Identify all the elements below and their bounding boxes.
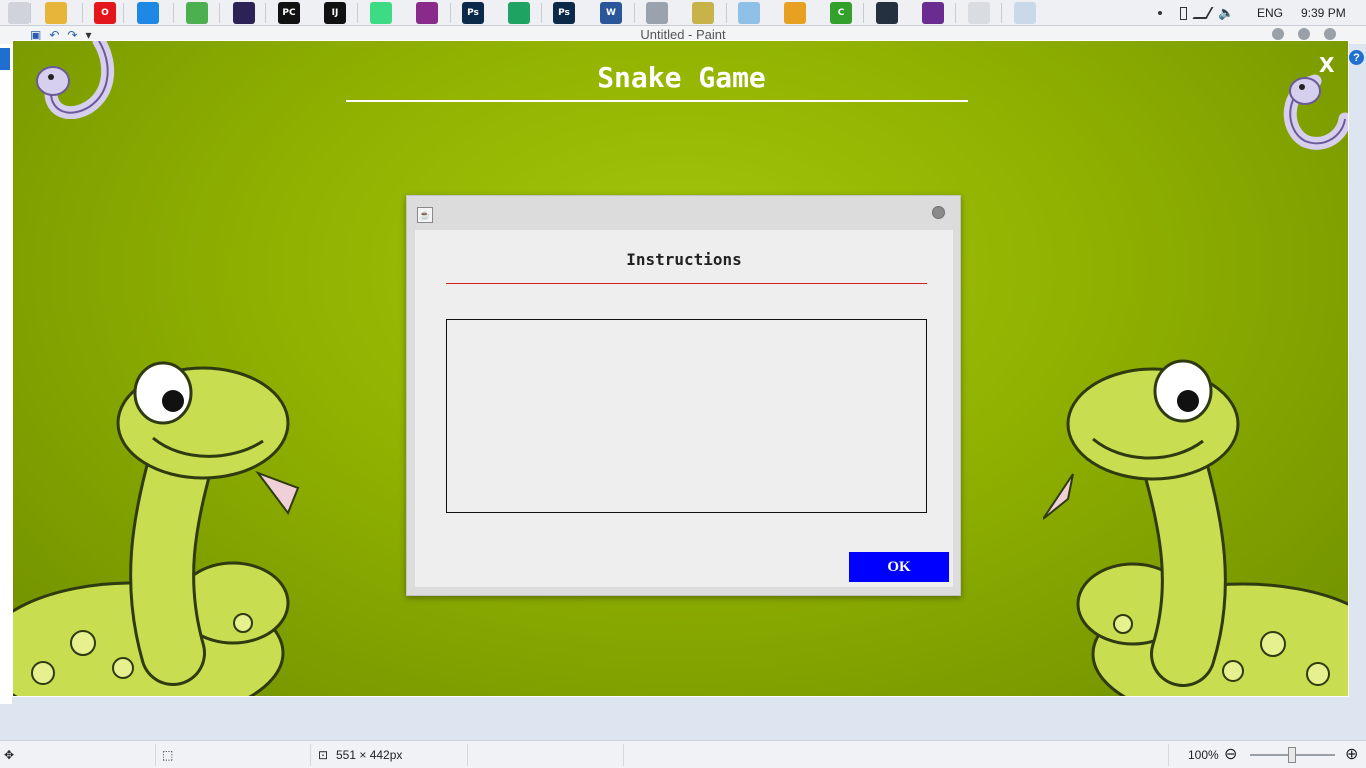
taskbar-separator (219, 3, 220, 23)
taskbar-separator (450, 3, 451, 23)
file-tab[interactable] (0, 48, 10, 70)
taskbar: O PC IJ Ps Ps W C 🔈 ENG 9:39 PM (0, 0, 1366, 26)
taskbar-paint-3d-button[interactable] (738, 2, 760, 24)
maximize-button[interactable] (1298, 28, 1310, 40)
opera-icon: O (101, 8, 109, 18)
wifi-icon[interactable] (1192, 7, 1214, 19)
taskbar-paint-button[interactable] (1014, 2, 1036, 24)
taskbar-intellij-button[interactable]: IJ (324, 2, 346, 24)
taskbar-sheets-button[interactable] (508, 2, 530, 24)
taskbar-eclipse-button[interactable] (233, 2, 255, 24)
taskbar-photoshop-button[interactable]: Ps (462, 2, 484, 24)
taskbar-notepad-button[interactable] (692, 2, 714, 24)
photoshop-icon: Ps (467, 8, 479, 18)
clock[interactable]: 9:39 PM (1301, 0, 1346, 26)
zoom-slider[interactable] (1250, 747, 1335, 763)
intellij-icon: IJ (331, 8, 339, 18)
notification-dot-icon (1158, 11, 1162, 15)
taskbar-android-studio-button[interactable] (370, 2, 392, 24)
taskbar-winrar-button[interactable] (416, 2, 438, 24)
status-divider (467, 744, 468, 766)
taskbar-word-button[interactable]: W (600, 2, 622, 24)
taskbar-tool-button[interactable] (784, 2, 806, 24)
taskbar-remote-button[interactable] (646, 2, 668, 24)
heading-divider (446, 283, 927, 284)
zoom-in-icon[interactable]: ⊕ (1345, 744, 1358, 764)
taskbar-separator (634, 3, 635, 23)
taskbar-start-button[interactable] (8, 2, 30, 24)
word-icon: W (606, 8, 616, 18)
zoom-slider-thumb[interactable] (1288, 747, 1296, 763)
taskbar-separator (123, 3, 124, 23)
taskbar-opera-button[interactable]: O (94, 2, 116, 24)
taskbar-camtasia-button[interactable]: C (830, 2, 852, 24)
cartoon-snake-left (13, 361, 300, 696)
taskbar-photoshop-2-button[interactable]: Ps (553, 2, 575, 24)
ok-button[interactable]: OK (849, 552, 949, 582)
instructions-textarea[interactable] (446, 319, 927, 513)
taskbar-separator (173, 3, 174, 23)
paint-close-button[interactable] (1324, 28, 1336, 40)
dialog-close-button[interactable] (932, 206, 945, 219)
game-close-button[interactable]: X (1319, 53, 1334, 77)
taskbar-separator (863, 3, 864, 23)
instructions-dialog: ☕ Instructions OK (406, 195, 961, 596)
taskbar-separator (1001, 3, 1002, 23)
language-indicator[interactable]: ENG (1257, 0, 1283, 26)
help-icon[interactable]: ? (1349, 50, 1364, 65)
paint-window-controls (1272, 28, 1336, 40)
zoom-out-icon[interactable]: ⊖ (1224, 744, 1237, 764)
paint-ribbon-edge (0, 44, 12, 704)
game-title-underline (346, 100, 968, 102)
taskbar-separator (726, 3, 727, 23)
taskbar-chrome-button[interactable] (186, 2, 208, 24)
taskbar-separator (357, 3, 358, 23)
move-cursor-icon: ✥ (4, 748, 15, 762)
status-divider (310, 744, 311, 766)
game-title: Snake Game (597, 61, 766, 94)
photoshop-icon: Ps (558, 8, 570, 18)
status-divider (1168, 744, 1169, 766)
taskbar-java-button[interactable] (968, 2, 990, 24)
taskbar-file-explorer-button[interactable] (45, 2, 67, 24)
taskbar-vscode-button[interactable] (137, 2, 159, 24)
dialog-content: Instructions OK (415, 230, 953, 587)
volume-icon[interactable]: 🔈 (1218, 5, 1234, 21)
tray-icons[interactable]: 🔈 (1158, 0, 1248, 26)
canvas-size-icon: ⊡ (318, 748, 329, 762)
java-icon: ☕ (417, 207, 433, 223)
minimize-button[interactable] (1272, 28, 1284, 40)
taskbar-separator (30, 3, 31, 23)
status-divider (155, 744, 156, 766)
camtasia-icon: C (837, 8, 845, 18)
taskbar-separator (82, 3, 83, 23)
taskbar-separator (541, 3, 542, 23)
taskbar-pycharm-button[interactable]: PC (278, 2, 300, 24)
battery-icon[interactable] (1180, 6, 1187, 20)
taskbar-separator (265, 3, 266, 23)
paint-statusbar: ✥ ⬚ ⊡ 551 × 442px 100% ⊖ ⊕ (0, 740, 1366, 768)
pycharm-icon: PC (282, 8, 296, 18)
dialog-heading: Instructions (626, 250, 742, 269)
taskbar-separator (955, 3, 956, 23)
status-divider (623, 744, 624, 766)
taskbar-github-button[interactable] (922, 2, 944, 24)
canvas-size: 551 × 442px (336, 748, 403, 762)
taskbar-media-button[interactable] (876, 2, 898, 24)
desktop: O PC IJ Ps Ps W C 🔈 ENG 9:39 PM Untitled - Pai… (0, 0, 1366, 768)
zoom-level: 100% (1188, 748, 1219, 762)
cartoon-snake-right (1043, 359, 1348, 696)
selection-icon: ⬚ (162, 748, 174, 762)
